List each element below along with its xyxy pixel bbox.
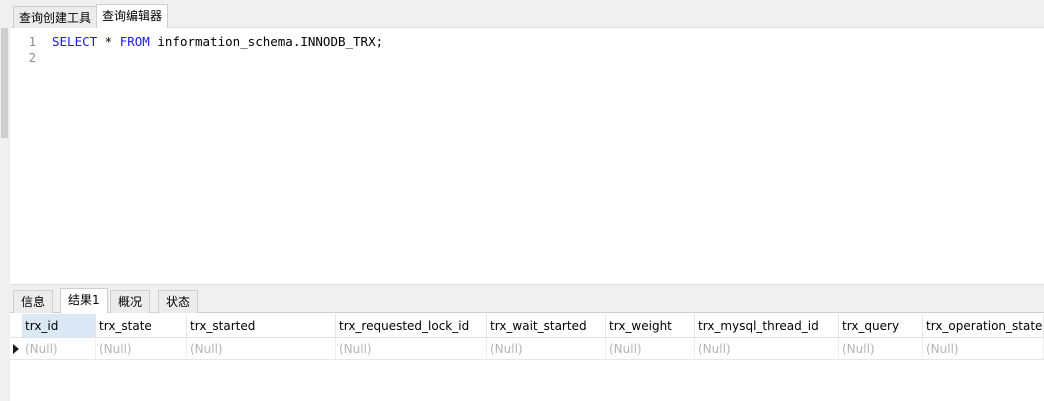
sql-keyword: FROM <box>119 34 150 49</box>
sql-keyword: SELECT <box>52 34 98 49</box>
column-header-trx-requested-lock-id[interactable]: trx_requested_lock_id <box>336 314 487 337</box>
result-grid[interactable]: trx_id trx_state trx_started trx_request… <box>10 314 1044 401</box>
table-cell[interactable]: (Null) <box>336 338 487 359</box>
column-header-trx-id[interactable]: trx_id <box>22 314 96 337</box>
line-number: 1 <box>28 35 36 49</box>
result-tab-bar: 信息 结果1 概况 状态 <box>10 284 1044 314</box>
column-header-trx-weight[interactable]: trx_weight <box>606 314 695 337</box>
column-header-trx-wait-started[interactable]: trx_wait_started <box>487 314 606 337</box>
editor-tab-bar: 查询创建工具 查询编辑器 <box>10 0 1044 29</box>
code-line[interactable]: SELECT * FROM information_schema.INNODB_… <box>52 34 383 49</box>
column-header-trx-query[interactable]: trx_query <box>839 314 923 337</box>
column-header-trx-mysql-thread-id[interactable]: trx_mysql_thread_id <box>695 314 839 337</box>
tab-result-1[interactable]: 结果1 <box>60 288 108 314</box>
column-header-trx-started[interactable]: trx_started <box>187 314 336 337</box>
current-row-arrow-icon <box>13 344 19 354</box>
tab-query-builder[interactable]: 查询创建工具 <box>13 6 98 28</box>
tab-profile[interactable]: 概况 <box>110 290 151 313</box>
table-cell[interactable]: (Null) <box>187 338 336 359</box>
left-scrollbar-track[interactable] <box>0 0 10 401</box>
line-number-gutter: 1 2 <box>10 28 40 283</box>
table-cell[interactable]: (Null) <box>606 338 695 359</box>
line-number: 2 <box>28 51 36 65</box>
table-row[interactable]: (Null) (Null) (Null) (Null) (Null) (Null… <box>10 338 1044 360</box>
column-header-trx-state[interactable]: trx_state <box>96 314 187 337</box>
sql-editor[interactable]: 1 2 SELECT * FROM information_schema.INN… <box>10 28 1044 283</box>
tab-query-editor[interactable]: 查询编辑器 <box>96 4 169 29</box>
tab-status[interactable]: 状态 <box>158 290 199 313</box>
tab-info[interactable]: 信息 <box>13 290 54 313</box>
sql-text: information_schema.INNODB_TRX; <box>149 34 384 49</box>
column-header-trx-operation-state[interactable]: trx_operation_state <box>923 314 1044 337</box>
left-scrollbar-thumb[interactable] <box>1 28 8 138</box>
table-cell[interactable]: (Null) <box>695 338 839 359</box>
table-cell[interactable]: (Null) <box>839 338 923 359</box>
table-cell[interactable]: (Null) <box>96 338 187 359</box>
sql-text: * <box>97 34 120 49</box>
table-cell[interactable]: (Null) <box>22 338 96 359</box>
table-cell[interactable]: (Null) <box>487 338 606 359</box>
table-cell[interactable]: (Null) <box>923 338 1044 359</box>
grid-header: trx_id trx_state trx_started trx_request… <box>10 314 1044 338</box>
